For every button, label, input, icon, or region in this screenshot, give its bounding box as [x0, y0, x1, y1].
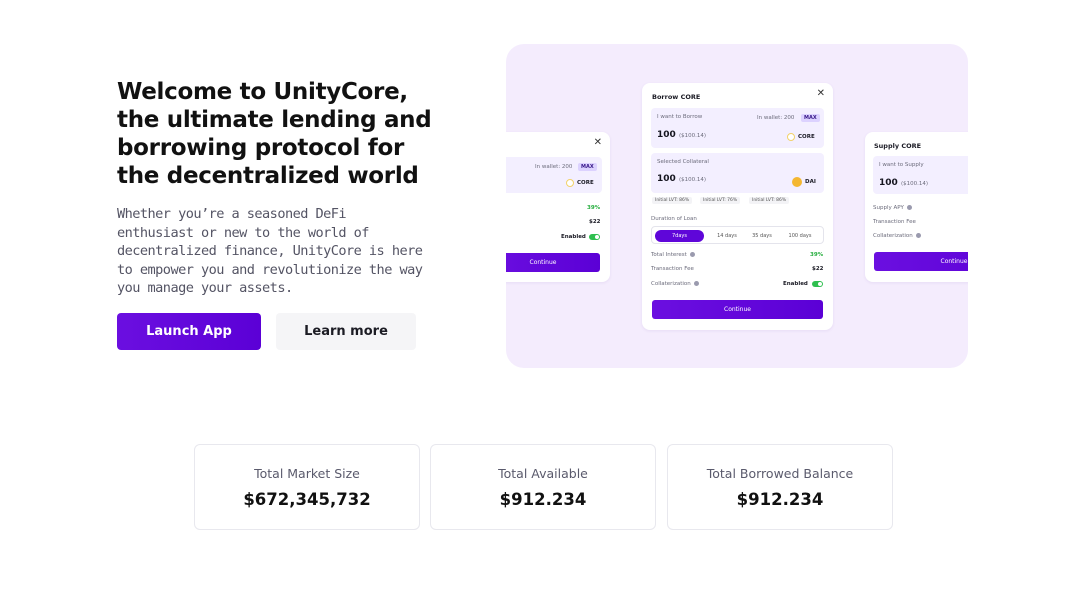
- supply-amount: 100 ($100.14): [879, 178, 928, 188]
- info-icon: [693, 281, 699, 286]
- collateral-toggle: [589, 234, 600, 240]
- stat-label: Total Market Size: [254, 466, 360, 481]
- collateral-amount: 100 ($100.14): [657, 174, 706, 184]
- collat-value: Enabled: [783, 281, 808, 287]
- hero-description: Whether you’re a seasoned DeFi enthusias…: [117, 206, 423, 297]
- info-icon: [915, 233, 921, 238]
- stat-label: Total Borrowed Balance: [706, 466, 854, 481]
- fee-value: $22: [812, 266, 824, 272]
- learn-more-button[interactable]: Learn more: [276, 313, 416, 350]
- borrow-amount: 100 ($100.14): [657, 130, 706, 140]
- stat-total-market-size: Total Market Size $672,345,732: [194, 444, 420, 530]
- collateral-token: DAI: [805, 179, 816, 185]
- duration-option-7: 7days: [655, 230, 704, 242]
- core-coin-icon: [566, 179, 574, 187]
- stat-value: $912.234: [736, 490, 824, 509]
- launch-app-button[interactable]: Launch App: [117, 313, 261, 350]
- collat-label: Collaterization: [873, 233, 921, 239]
- collateral-toggle: [812, 281, 823, 287]
- ltv-chip: Initial LVT: 76%: [700, 197, 741, 204]
- borrow-card-title: Borrow CORE: [652, 93, 701, 101]
- max-badge: MAX: [578, 163, 597, 171]
- left-preview-card: ✕ In wallet: 200 MAX CORE 39% $22 Enable…: [506, 132, 610, 282]
- info-icon: [689, 252, 695, 257]
- stat-value: $912.234: [499, 490, 587, 509]
- stat-label: Total Available: [498, 466, 588, 481]
- duration-option-100: 100 days: [788, 233, 812, 239]
- dai-coin-icon: [792, 177, 802, 187]
- borrow-token: CORE: [798, 134, 815, 140]
- stat-total-borrowed-balance: Total Borrowed Balance $912.234: [667, 444, 893, 530]
- want-borrow-label: I want to Borrow: [657, 114, 703, 120]
- wallet-balance: In wallet: 200: [535, 164, 573, 170]
- duration-option-35: 35 days: [752, 233, 772, 239]
- borrow-card: Borrow CORE ✕ I want to Borrow In wallet…: [642, 83, 833, 330]
- close-icon: ✕: [593, 137, 602, 148]
- interest-value: 39%: [810, 252, 824, 258]
- ltv-chip: Initial LVT: 86%: [749, 197, 790, 204]
- supply-continue-button: Continue: [874, 252, 968, 271]
- fee-value: $22: [589, 219, 601, 225]
- hero-illustration: ✕ In wallet: 200 MAX CORE 39% $22 Enable…: [506, 44, 968, 368]
- left-continue-button: Continue: [506, 253, 600, 272]
- collateral-label: Selected Collateral: [657, 159, 709, 165]
- interest-value: 39%: [587, 205, 601, 211]
- close-icon: ✕: [816, 88, 825, 99]
- ltv-chip: Initial LVT: 86%: [652, 197, 693, 204]
- hero-title: Welcome to UnityCore, the ultimate lendi…: [117, 79, 432, 189]
- duration-label: Duration of Loan: [651, 216, 697, 222]
- duration-selector: 7days 14 days 35 days 100 days: [651, 226, 824, 244]
- fee-label: Transaction Fee: [873, 219, 916, 225]
- apy-label: Supply APY: [873, 205, 912, 211]
- want-supply-label: I want to Supply: [879, 162, 924, 168]
- info-icon: [906, 205, 912, 210]
- core-coin-icon: [787, 133, 795, 141]
- supply-input-box: I want to Supply 100 ($100.14): [873, 156, 968, 194]
- stat-value: $672,345,732: [243, 490, 371, 509]
- token-label: CORE: [577, 180, 594, 186]
- wallet-balance: In wallet: 200: [757, 115, 795, 121]
- borrow-input-box: I want to Borrow In wallet: 200 MAX 100 …: [651, 108, 824, 148]
- collateral-state: Enabled: [561, 234, 586, 240]
- borrow-continue-button: Continue: [652, 300, 823, 319]
- supply-card: Supply CORE I want to Supply 100 ($100.1…: [865, 132, 968, 282]
- interest-label: Total Interest: [651, 252, 695, 258]
- stat-total-available: Total Available $912.234: [430, 444, 656, 530]
- max-badge: MAX: [801, 114, 820, 122]
- supply-card-title: Supply CORE: [874, 142, 922, 150]
- collat-label: Collaterization: [651, 281, 699, 287]
- duration-option-14: 14 days: [717, 233, 737, 239]
- fee-label: Transaction Fee: [651, 266, 694, 272]
- collateral-box: Selected Collateral 100 ($100.14) DAI: [651, 153, 824, 193]
- left-input-box: In wallet: 200 MAX CORE: [506, 157, 602, 193]
